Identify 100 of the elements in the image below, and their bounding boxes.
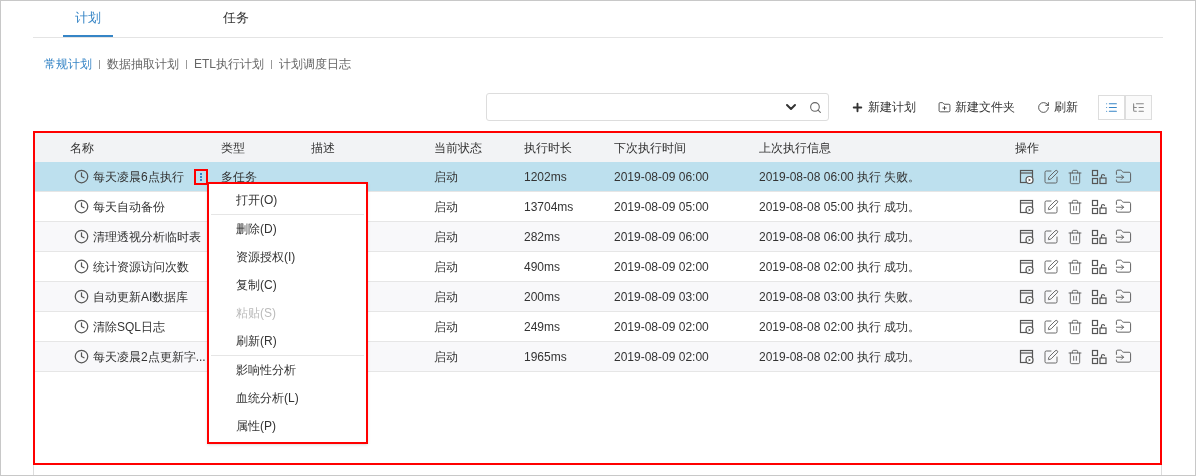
window-play-icon[interactable] [1019,288,1035,305]
plan-name: 清除SQL日志 [93,318,165,336]
trash-icon[interactable] [1067,198,1083,215]
sub-tab[interactable]: ETL执行计划 [194,55,264,73]
edit-icon[interactable] [1043,348,1059,365]
edit-icon[interactable] [1043,258,1059,275]
table-cell-text: 启动 [434,228,459,246]
trash-icon[interactable] [1067,168,1083,185]
grid-lock-icon[interactable] [1091,318,1107,335]
table-cell-text: 200ms [524,288,562,306]
table-cell-text: 2019-08-08 03:00 执行 失败。 [759,288,922,306]
search-icon[interactable] [809,100,822,114]
add-button[interactable]: 新建计划 [851,98,916,116]
folder-arrow-icon[interactable] [1115,258,1132,275]
table-cell-text: 2019-08-09 02:00 [614,258,710,276]
table-cell-text: 启动 [434,258,459,276]
edit-icon[interactable] [1043,318,1059,335]
window-play-icon[interactable] [1019,168,1035,185]
tab[interactable]: 任务 [211,1,261,37]
window-play-icon[interactable] [1019,228,1035,245]
grid-lock-icon[interactable] [1091,288,1107,305]
column-header: 操作 [1015,139,1040,157]
table-cell-text: 2019-08-08 06:00 执行 失败。 [759,168,922,186]
grid-lock-icon[interactable] [1091,168,1107,185]
list-icon [1105,100,1118,114]
table-cell-text: 1202ms [524,168,568,186]
refresh-button[interactable]: 刷新 [1037,98,1078,116]
sub-tab[interactable]: 数据抽取计划 [107,55,179,73]
tree-icon [1132,100,1145,114]
table-cell-text: 490ms [524,258,562,276]
table-cell-text: 2019-08-09 02:00 [614,348,710,366]
folder-arrow-icon[interactable] [1115,228,1132,245]
folder-arrow-icon[interactable] [1115,348,1132,365]
column-header: 类型 [221,139,246,157]
table-cell-text: 282ms [524,228,562,246]
table-cell-text: 2019-08-09 06:00 [614,168,710,186]
table-cell-text: 启动 [434,198,459,216]
folder-arrow-icon[interactable] [1115,198,1132,215]
table-cell-text: 启动 [434,288,459,306]
table-cell-text: 2019-08-08 02:00 执行 成功。 [759,348,922,366]
table-cell-text: 2019-08-09 03:00 [614,288,710,306]
table-row[interactable]: 每天凌晨6点执行 多任务 启动 1202ms 2019-08-09 06:00 2019-08-08 06:00 执行 失败。 [35,162,1160,192]
window-play-icon[interactable] [1019,258,1035,275]
window-play-icon[interactable] [1019,198,1035,215]
clock-icon [74,289,89,304]
clock-icon [74,169,89,184]
plan-name: 清理透视分析临时表 [93,228,201,246]
menu-item[interactable]: 血统分析(L) [209,384,366,412]
trash-icon[interactable] [1067,258,1083,275]
sub-tab[interactable]: 常规计划 [44,55,92,73]
edit-icon[interactable] [1043,198,1059,215]
plus-icon [851,100,864,114]
table-cell-text: 2019-08-08 02:00 执行 成功。 [759,258,922,276]
menu-item[interactable]: 属性(P) [209,412,366,440]
column-header: 当前状态 [434,139,483,157]
more-button[interactable] [193,168,208,185]
clock-icon [74,259,89,274]
tab[interactable]: 计划 [63,1,113,37]
folder-arrow-icon[interactable] [1115,168,1132,185]
refresh-icon [1037,100,1050,114]
folder-button[interactable]: 新建文件夹 [938,98,1015,116]
clock-icon [74,319,89,334]
trash-icon[interactable] [1067,288,1083,305]
clock-icon [74,349,89,364]
column-header: 描述 [311,139,336,157]
grid-lock-icon[interactable] [1091,258,1107,275]
column-header: 上次执行信息 [759,139,832,157]
sub-tab[interactable]: 计划调度日志 [279,55,351,73]
plan-name: 自动更新AI数据库 [93,288,189,306]
edit-icon[interactable] [1043,288,1059,305]
table-cell-text: 启动 [434,318,459,336]
table-cell-text: 2019-08-09 02:00 [614,318,710,336]
window-play-icon[interactable] [1019,318,1035,335]
clock-icon [74,199,89,214]
table-cell-text: 启动 [434,168,459,186]
grid-lock-icon[interactable] [1091,198,1107,215]
table-cell-text: 多任务 [221,168,258,186]
window-play-icon[interactable] [1019,348,1035,365]
plan-name: 每天凌晨6点执行 [93,168,184,186]
trash-icon[interactable] [1067,228,1083,245]
folder-arrow-icon[interactable] [1115,288,1132,305]
folder-arrow-icon[interactable] [1115,318,1132,335]
edit-icon[interactable] [1043,168,1059,185]
trash-icon[interactable] [1067,318,1083,335]
clock-icon [74,229,89,244]
grid-lock-icon[interactable] [1091,348,1107,365]
table-cell-text: 2019-08-08 06:00 执行 成功。 [759,228,922,246]
plan-name: 每天自动备份 [93,198,165,216]
table-cell-text: 249ms [524,318,562,336]
column-header: 名称 [70,139,95,157]
table-cell-text: 2019-08-08 02:00 执行 成功。 [759,318,922,336]
column-header: 执行时长 [524,139,573,157]
table-cell-text: 2019-08-09 05:00 [614,198,710,216]
grid-lock-icon[interactable] [1091,228,1107,245]
table-cell-text: 2019-08-09 06:00 [614,228,710,246]
list-view-button[interactable] [1098,94,1125,120]
table-cell-text: 启动 [434,348,459,366]
column-header: 下次执行时间 [614,139,687,157]
edit-icon[interactable] [1043,228,1059,245]
trash-icon[interactable] [1067,348,1083,365]
